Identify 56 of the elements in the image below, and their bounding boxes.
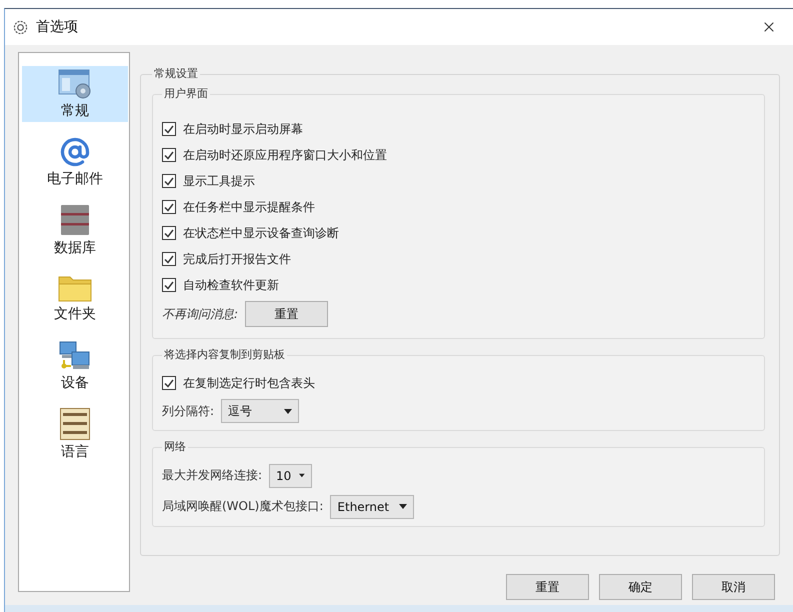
field-label: 局域网唤醒(WOL)魔术包接口: xyxy=(162,498,324,515)
caret-icon xyxy=(284,408,292,414)
checkbox[interactable] xyxy=(162,148,176,162)
field-label: 列分隔符: xyxy=(162,402,214,420)
checkbox-label: 在启动时还原应用程序窗口大小和位置 xyxy=(183,146,387,164)
database-icon xyxy=(60,204,90,236)
checkbox[interactable] xyxy=(162,174,176,188)
dialog-button[interactable]: 取消 xyxy=(692,574,775,600)
checkbox-label: 在复制选定行时包含表头 xyxy=(183,374,315,392)
tick-icon xyxy=(164,124,174,134)
sidebar-item[interactable]: 常规 xyxy=(22,66,128,122)
checkbox-label: 在启动时显示启动屏幕 xyxy=(183,120,303,138)
checkbox[interactable] xyxy=(162,200,176,214)
tick-icon xyxy=(164,228,174,238)
sidebar-item[interactable]: 文件夹 xyxy=(22,270,128,326)
sidebar-item[interactable]: 电子邮件 xyxy=(22,134,128,190)
language-tile-icon xyxy=(60,408,90,440)
window-title: 首选项 xyxy=(36,18,78,36)
tick-icon xyxy=(164,150,174,160)
dropdown[interactable]: 逗号 xyxy=(221,399,300,423)
checkbox-label: 显示工具提示 xyxy=(183,172,255,190)
group-title: 常规设置 xyxy=(153,66,199,82)
dropdown[interactable]: Ethernet xyxy=(330,494,414,518)
at-sign-icon xyxy=(60,136,90,166)
tick-icon xyxy=(164,202,174,212)
caret-icon xyxy=(299,473,306,478)
group-title: 网络 xyxy=(163,439,187,455)
checkbox[interactable] xyxy=(162,122,176,136)
window-gear-icon xyxy=(58,68,92,98)
gear-icon xyxy=(13,20,28,34)
checkbox[interactable] xyxy=(162,376,176,390)
tick-icon xyxy=(164,254,174,264)
dialog-button[interactable]: 确定 xyxy=(599,574,682,600)
dialog-button[interactable]: 重置 xyxy=(506,574,589,600)
checkbox-label: 自动检查软件更新 xyxy=(183,276,279,294)
field-label: 最大并发网络连接: xyxy=(162,467,262,484)
field-label: 不再询问消息: xyxy=(162,306,238,322)
folder-icon xyxy=(58,274,92,302)
sidebar-item[interactable]: 语言 xyxy=(22,406,128,462)
checkbox-label: 完成后打开报告文件 xyxy=(183,250,291,268)
sidebar-item[interactable]: 设备 xyxy=(22,338,128,394)
checkbox-label: 在任务栏中显示提醒条件 xyxy=(183,198,315,216)
group-title: 用户界面 xyxy=(163,86,209,102)
checkbox[interactable] xyxy=(162,278,176,292)
tick-icon xyxy=(164,378,174,388)
checkbox[interactable] xyxy=(162,252,176,266)
computers-icon xyxy=(59,340,91,370)
checkbox-label: 在状态栏中显示设备查询诊断 xyxy=(183,224,339,242)
sidebar-item[interactable]: 数据库 xyxy=(22,202,128,258)
reset-button[interactable]: 重置 xyxy=(245,301,328,327)
dropdown[interactable]: 10 xyxy=(269,464,312,488)
tick-icon xyxy=(164,176,174,186)
tick-icon xyxy=(164,280,174,290)
caret-icon xyxy=(399,504,408,509)
checkbox[interactable] xyxy=(162,226,176,240)
group-title: 将选择内容复制到剪贴板 xyxy=(163,347,286,363)
